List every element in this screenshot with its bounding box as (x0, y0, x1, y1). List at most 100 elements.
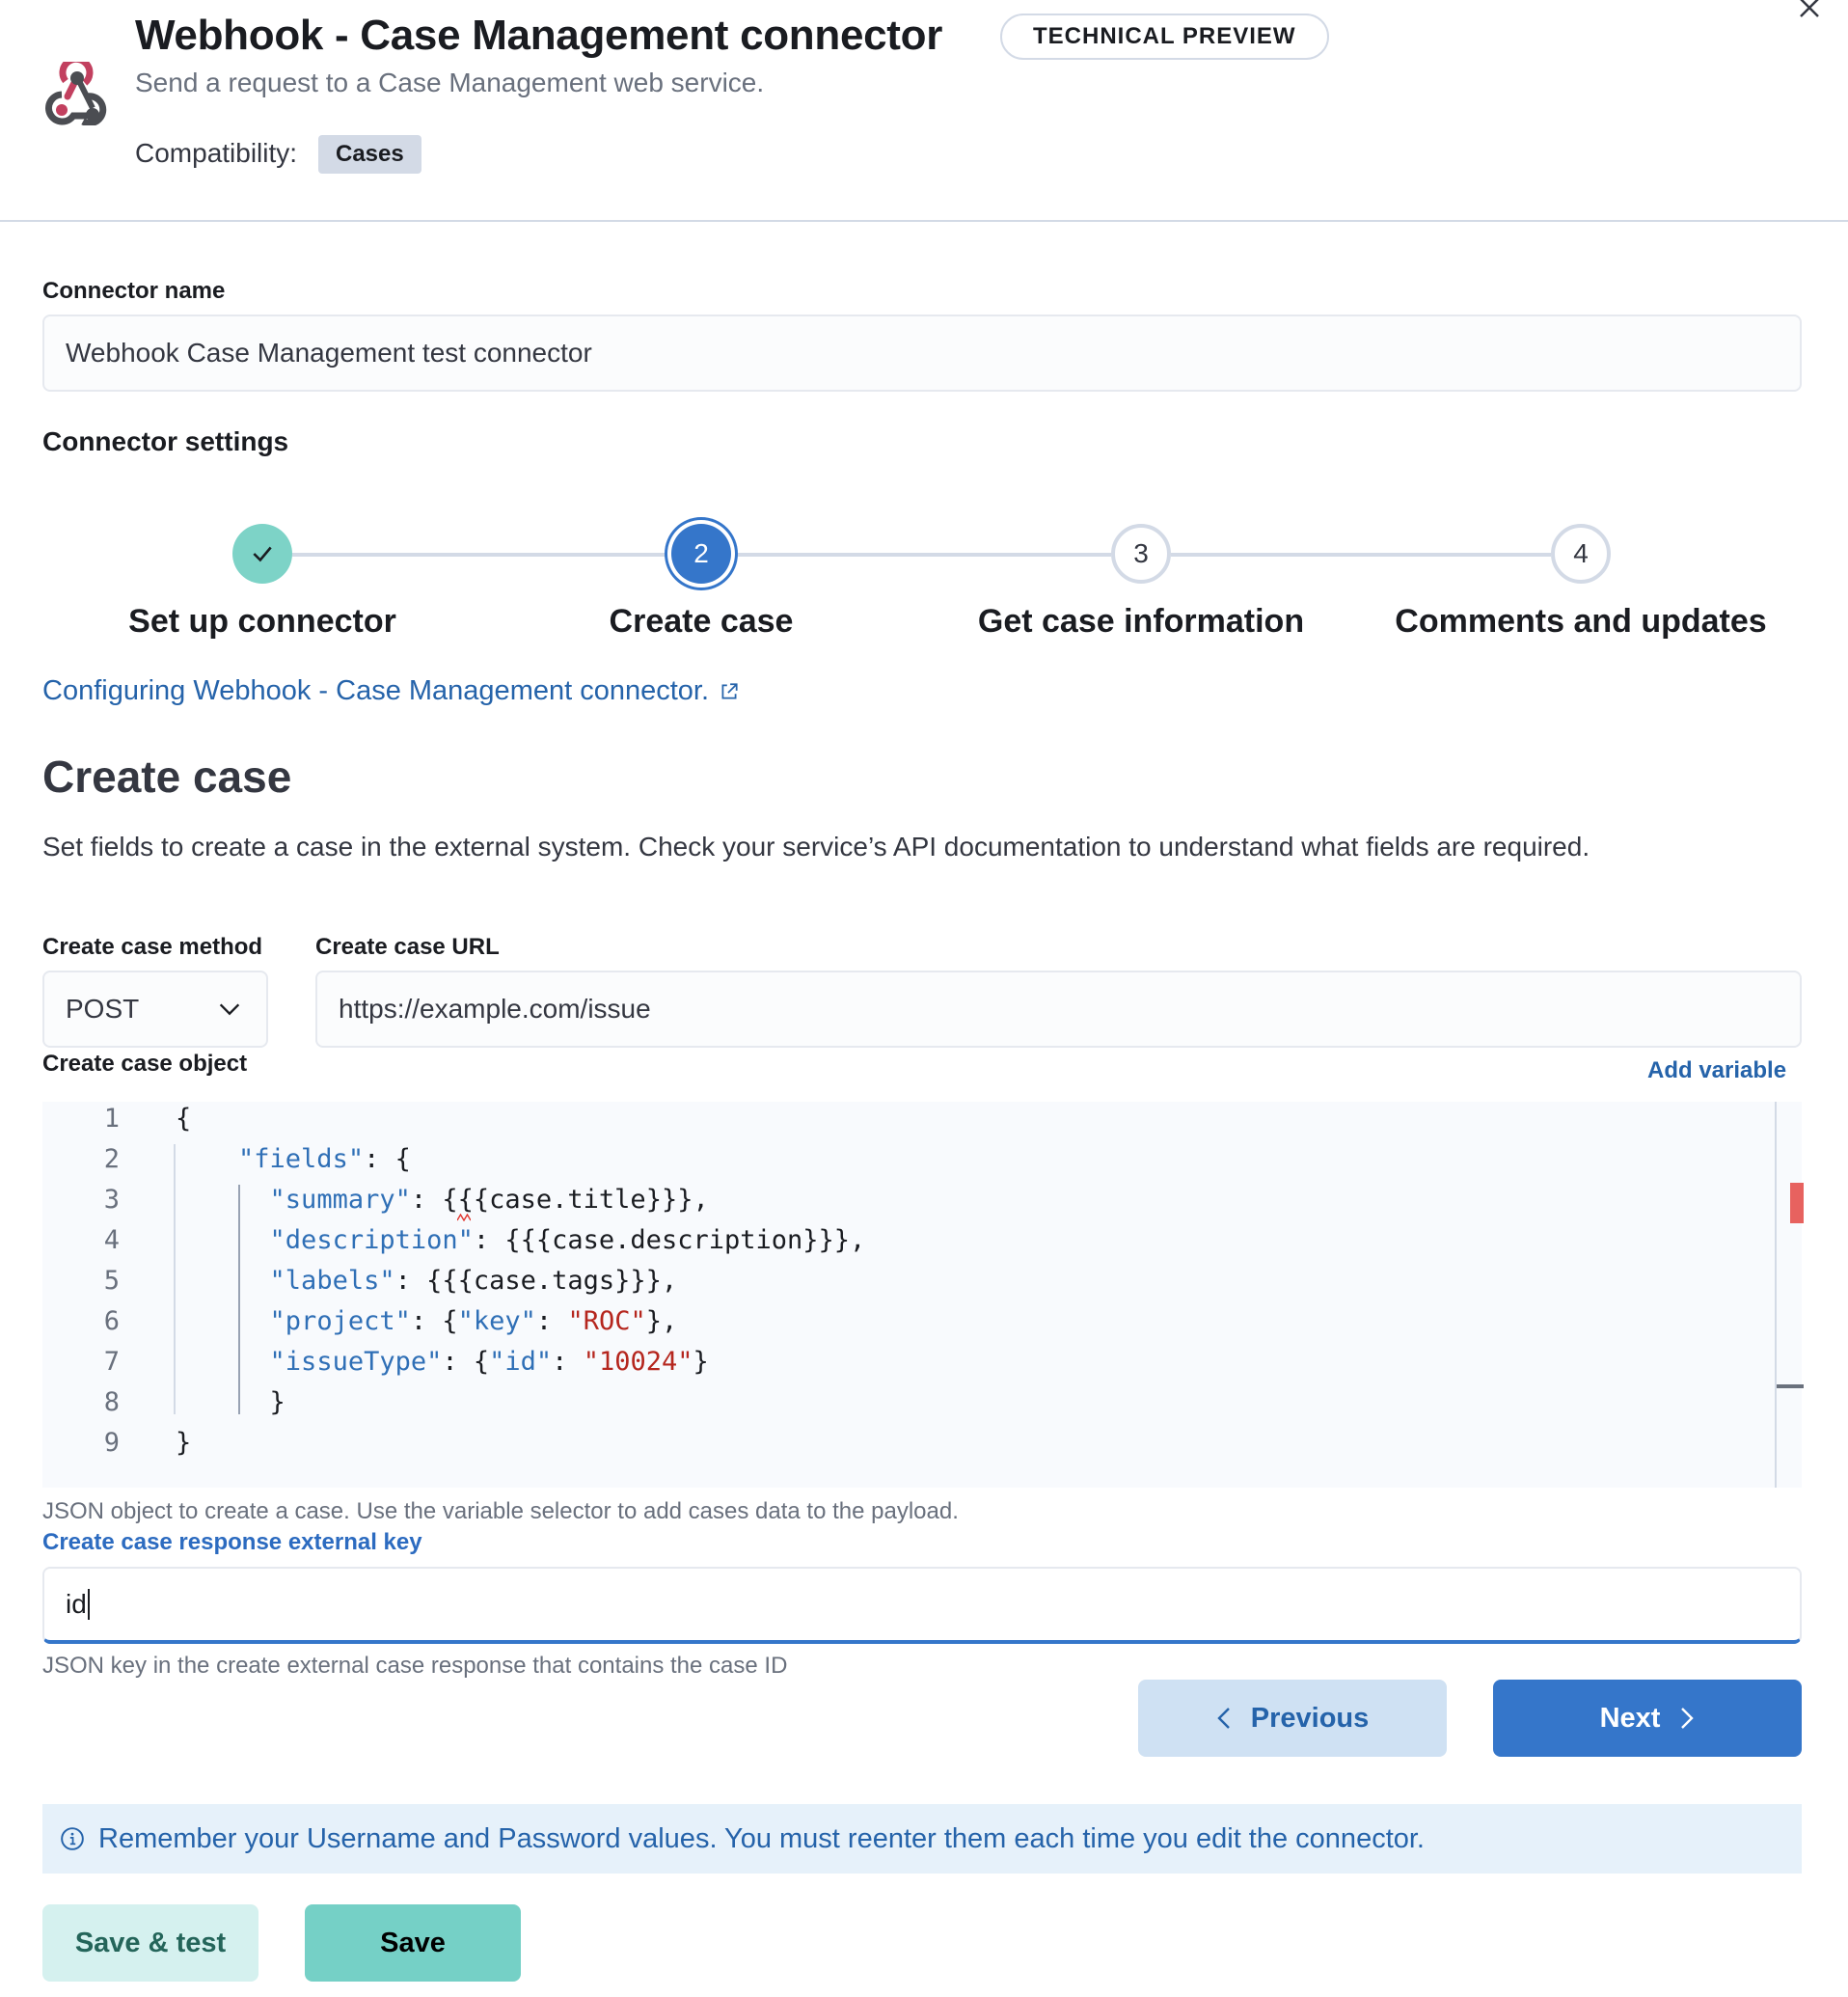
json-punctuation-token (176, 1225, 270, 1255)
external-link-icon (721, 682, 738, 698)
step-3-indicator[interactable]: 3 (1111, 524, 1171, 584)
check-icon (253, 546, 272, 562)
json-string-token: "10024" (583, 1347, 693, 1377)
cursor-marker (1777, 1384, 1804, 1388)
json-punctuation-token: : (535, 1306, 568, 1336)
json-key-token: "description" (269, 1225, 474, 1255)
indent-guide-active (238, 1185, 240, 1414)
json-key-token: "id" (489, 1347, 553, 1377)
step-2-indicator[interactable]: 2 (671, 524, 731, 584)
json-key-token: "fields" (238, 1144, 365, 1174)
json-punctuation-token (176, 1144, 238, 1174)
step-4-indicator[interactable]: 4 (1551, 524, 1611, 584)
external-key-help: JSON key in the create external case res… (42, 1653, 788, 1679)
create-case-method-select[interactable]: POST (42, 971, 268, 1048)
code-line[interactable]: "project": {"key": "ROC"}, (176, 1306, 678, 1336)
step-connector-line (731, 553, 1111, 557)
create-case-object-label: Create case object (42, 1051, 248, 1077)
json-punctuation-token: } (176, 1387, 285, 1417)
create-case-description: Set fields to create a case in the exter… (42, 832, 1590, 862)
line-number: 6 (103, 1306, 120, 1336)
line-number: 7 (103, 1347, 120, 1377)
code-line[interactable]: "issueType": {"id": "10024"} (176, 1347, 709, 1377)
previous-button[interactable]: Previous (1138, 1680, 1447, 1757)
next-button-label: Next (1599, 1702, 1661, 1734)
documentation-link-text: Configuring Webhook - Case Management co… (42, 675, 710, 706)
text-caret (87, 1589, 90, 1620)
webhook-icon (39, 55, 108, 127)
code-line[interactable]: "fields": { (176, 1144, 411, 1174)
line-number: 3 (103, 1185, 120, 1215)
previous-button-label: Previous (1250, 1702, 1370, 1734)
line-number: 1 (103, 1104, 120, 1134)
next-button[interactable]: Next (1493, 1680, 1802, 1757)
json-punctuation-token: } (176, 1428, 192, 1458)
json-punctuation-token (176, 1266, 270, 1296)
connector-name-input[interactable]: Webhook Case Management test connector (42, 315, 1802, 392)
external-key-input[interactable]: id (42, 1567, 1802, 1644)
json-punctuation-token: : {{{case.tags}}}, (394, 1266, 678, 1296)
step-4-label[interactable]: Comments and updates (1395, 603, 1766, 641)
json-key-token: "labels" (269, 1266, 395, 1296)
documentation-link[interactable]: Configuring Webhook - Case Management co… (42, 675, 740, 707)
code-line[interactable]: "summary": {{{case.title}}}, (176, 1185, 709, 1215)
external-key-value: id (66, 1589, 87, 1619)
create-case-object-help: JSON object to create a case. Use the va… (42, 1498, 959, 1524)
json-key-token: "summary" (269, 1185, 411, 1215)
info-icon (61, 1827, 84, 1850)
step-1-label[interactable]: Set up connector (128, 603, 396, 641)
error-marker (1790, 1183, 1804, 1223)
json-punctuation-token: : (552, 1347, 584, 1377)
header-divider (0, 220, 1848, 222)
connector-name-label: Connector name (42, 278, 226, 304)
code-line[interactable]: } (176, 1428, 191, 1458)
callout-text: Remember your Username and Password valu… (98, 1822, 1425, 1854)
chevron-left-icon (1217, 1708, 1230, 1729)
create-case-url-input[interactable]: https://example.com/issue (315, 971, 1802, 1048)
code-line[interactable]: "description": {{{case.description}}}, (176, 1225, 866, 1255)
step-3-label[interactable]: Get case information (978, 603, 1304, 641)
create-case-object-editor[interactable]: 1{2 "fields": {3 "summary": {{{case.titl… (42, 1102, 1804, 1488)
json-punctuation-token: : { (364, 1144, 411, 1174)
line-number: 4 (103, 1225, 120, 1255)
line-number: 9 (103, 1428, 120, 1458)
json-punctuation-token: : {{{case.description}}}, (473, 1225, 866, 1255)
json-punctuation-token: : {{{case.title}}}, (410, 1185, 709, 1215)
json-punctuation-token: }, (645, 1306, 678, 1336)
step-connector-line (1171, 553, 1551, 557)
save-button[interactable]: Save (305, 1904, 521, 1982)
editor-overview-ruler[interactable] (1775, 1102, 1804, 1488)
json-key-token: "issueType" (269, 1347, 443, 1377)
close-button[interactable] (1796, 0, 1823, 21)
line-number: 5 (103, 1266, 120, 1296)
step-connector-line (292, 553, 671, 557)
save-and-test-button[interactable]: Save & test (42, 1904, 258, 1982)
chevron-right-icon (1681, 1708, 1695, 1729)
json-punctuation-token: { (176, 1104, 192, 1134)
json-punctuation-token (176, 1185, 270, 1215)
technical-preview-badge: TECHNICAL PREVIEW (1000, 14, 1329, 60)
flyout-title: Webhook - Case Management connector (135, 12, 943, 59)
create-case-url-label: Create case URL (315, 934, 500, 960)
code-line[interactable]: "labels": {{{case.tags}}}, (176, 1266, 678, 1296)
create-case-method-value: POST (66, 994, 140, 1024)
json-punctuation-token (176, 1306, 270, 1336)
add-variable-button[interactable]: Add variable (1647, 1057, 1786, 1084)
code-line[interactable]: { (176, 1104, 191, 1134)
compatibility-badge: Cases (318, 135, 421, 174)
code-line[interactable]: } (176, 1387, 285, 1417)
create-case-method-label: Create case method (42, 934, 263, 960)
json-key-token: "key" (457, 1306, 536, 1336)
connector-settings-title: Connector settings (42, 426, 289, 456)
credentials-callout: Remember your Username and Password valu… (42, 1804, 1802, 1874)
chevron-down-icon (219, 1003, 240, 1016)
json-key-token: "project" (269, 1306, 411, 1336)
create-case-heading: Create case (42, 752, 292, 802)
line-number: 2 (103, 1144, 120, 1174)
json-punctuation-token: : { (410, 1306, 458, 1336)
spellcheck-squiggle (457, 1214, 471, 1221)
json-punctuation-token (176, 1347, 270, 1377)
json-punctuation-token: : { (442, 1347, 490, 1377)
step-1-indicator[interactable] (232, 524, 292, 584)
step-2-label[interactable]: Create case (610, 603, 794, 641)
